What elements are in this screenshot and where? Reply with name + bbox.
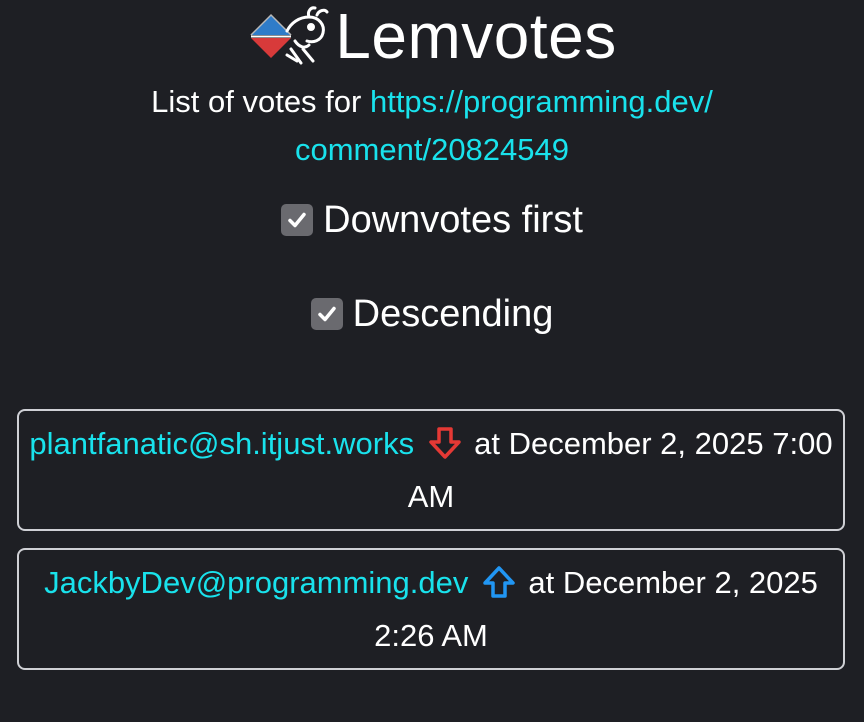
checkmark-icon — [317, 306, 336, 322]
downvotes-first-label[interactable]: Downvotes first — [323, 196, 583, 244]
downvotes-first-checkbox[interactable] — [281, 204, 314, 236]
comment-link[interactable]: https://programming.dev/comment/20824549 — [0, 84, 864, 174]
subtitle-prefix: List of votes for — [151, 84, 370, 119]
descending-option[interactable]: Descending — [0, 290, 864, 338]
header: Lemvotes — [0, 0, 864, 72]
comment-link-part2[interactable]: comment/20824549 — [0, 126, 864, 174]
subtitle: List of votes for https://programming.de… — [0, 78, 864, 174]
downvotes-first-option[interactable]: Downvotes first — [0, 196, 864, 244]
descending-checkbox[interactable] — [310, 298, 343, 330]
page: Lemvotes List of votes for https://progr… — [0, 0, 864, 722]
vote-date: at December 2, 2025 7:00 AM — [407, 426, 833, 514]
comment-link-part1[interactable]: https://programming.dev/ — [370, 84, 713, 119]
descending-label[interactable]: Descending — [353, 290, 554, 338]
down-arrow-icon — [429, 427, 461, 459]
vote-card: plantfanatic@sh.itjust.works at December… — [17, 409, 845, 531]
app-title: Lemvotes — [335, 0, 617, 72]
vote-user-link[interactable]: plantfanatic@sh.itjust.works — [29, 426, 414, 461]
checkmark-icon — [288, 212, 306, 228]
lemvotes-logo-icon — [250, 6, 329, 65]
vote-card: JackbyDev@programming.dev at December 2,… — [17, 548, 845, 670]
up-arrow-icon — [483, 566, 516, 598]
vote-user-link[interactable]: JackbyDev@programming.dev — [44, 565, 468, 600]
